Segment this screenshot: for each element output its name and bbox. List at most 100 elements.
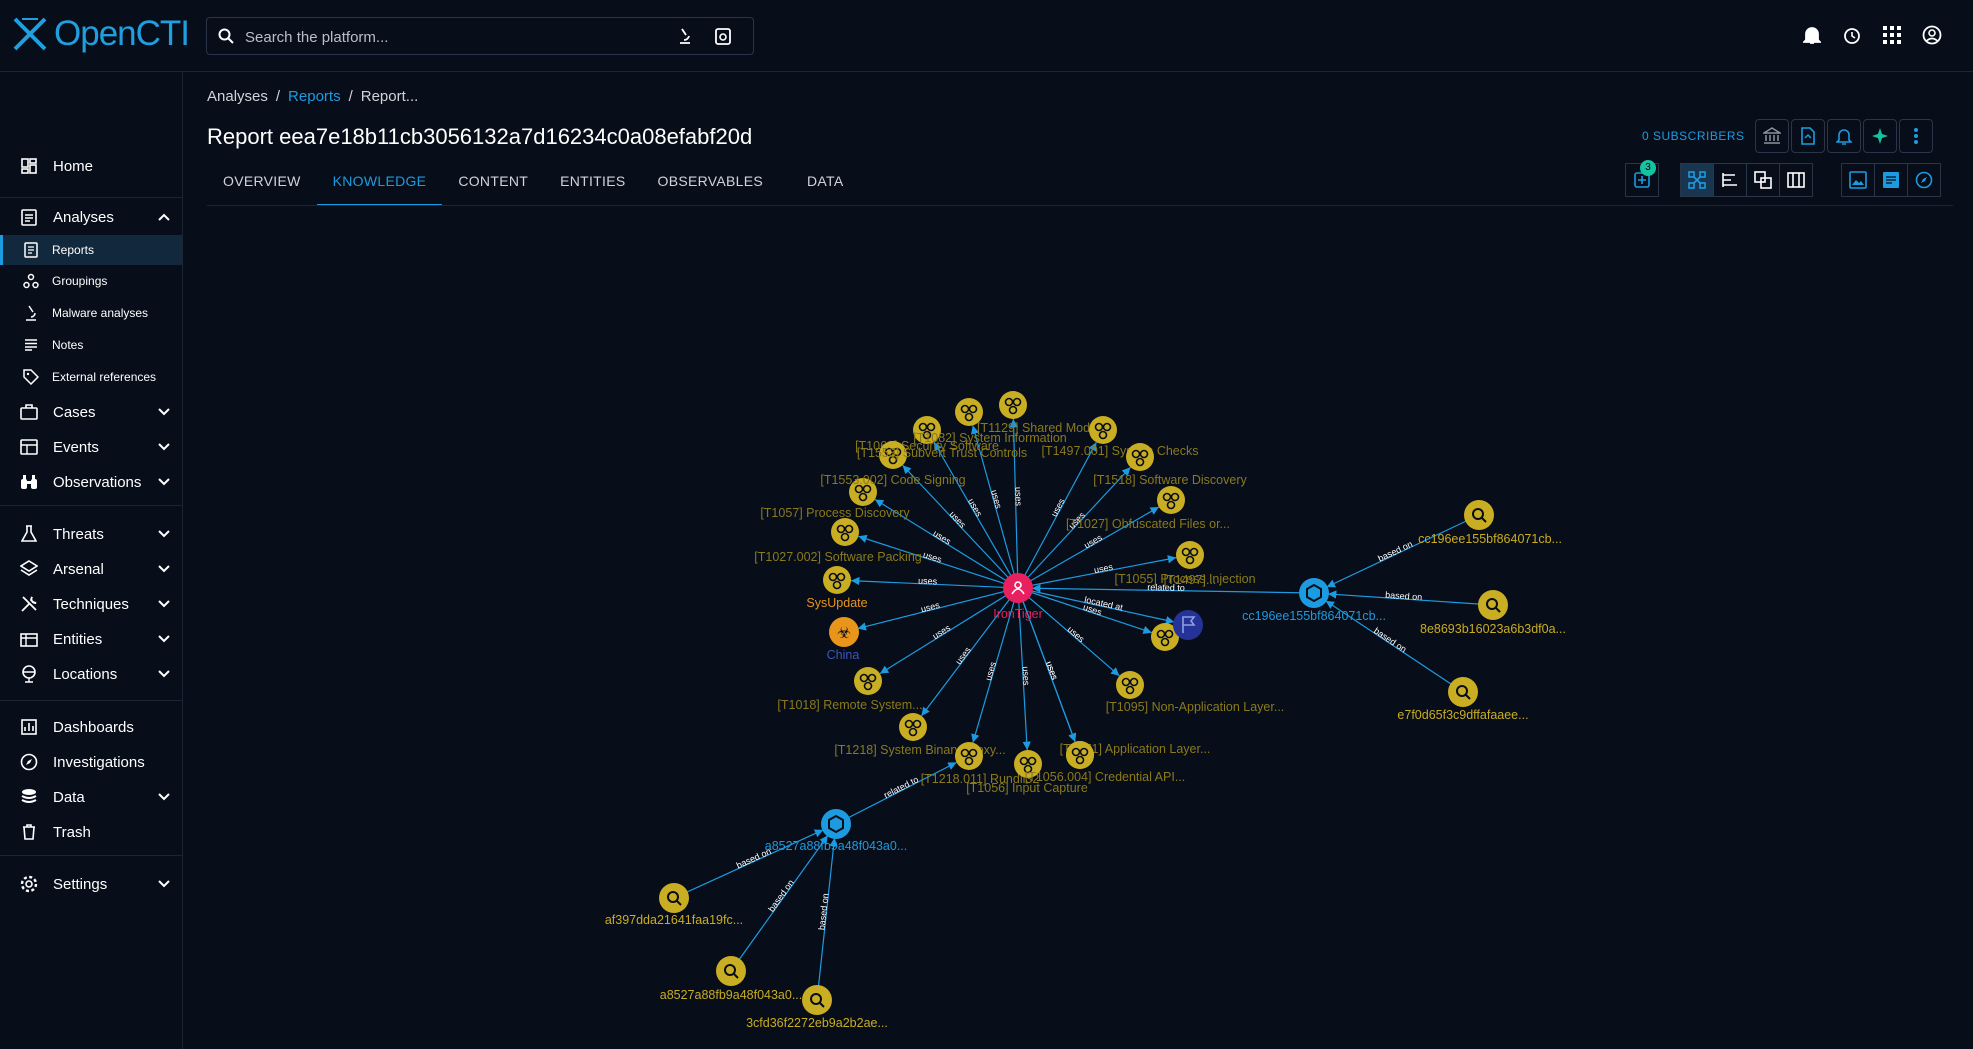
sidebar-item-label: Threats — [53, 525, 104, 543]
briefcase-icon — [19, 402, 39, 422]
sidebar-item-label: Cases — [53, 403, 96, 421]
investigate-icon[interactable] — [1907, 163, 1941, 197]
divider — [0, 700, 182, 701]
sidebar-item-techniques[interactable]: Techniques — [0, 587, 182, 621]
search-input[interactable] — [243, 18, 667, 56]
edge-label: uses — [948, 509, 969, 530]
node-label: e7f0d65f3c9dffafaaee... — [1397, 708, 1528, 722]
pdf-export-icon[interactable] — [1874, 163, 1908, 197]
correlation-view-icon[interactable] — [1746, 163, 1780, 197]
more-vert-icon[interactable] — [1899, 119, 1933, 153]
indicator-node[interactable]: cc196ee155bf864071cb... — [1418, 500, 1562, 546]
sidebar-item-observations[interactable]: Observations — [0, 465, 182, 499]
sidebar-item-external-references[interactable]: External references — [0, 362, 182, 392]
malware-node[interactable]: ☣ SysUpdate — [806, 596, 868, 647]
apps-grid-icon[interactable] — [1881, 24, 1903, 46]
attack-pattern-node[interactable]: [T1082] System Information — [913, 391, 1067, 445]
sidebar-item-investigations[interactable]: Investigations — [0, 745, 182, 779]
tab-knowledge[interactable]: KNOWLEDGE — [316, 168, 443, 206]
attack-pattern-node[interactable]: [T1057] Process Discovery — [760, 506, 910, 546]
tab-entities[interactable]: ENTITIES — [544, 168, 641, 204]
sidebar-item-label: Techniques — [53, 595, 129, 613]
tag-icon — [23, 369, 39, 385]
sidebar-item-events[interactable]: Events — [0, 430, 182, 464]
node-label: [T1055] Process Injection — [1114, 572, 1255, 586]
indicator-node[interactable]: af397dda21641faa19fc... — [605, 883, 743, 927]
edge-label: based on — [1376, 539, 1414, 564]
breadcrumb-reports[interactable]: Reports — [288, 88, 341, 105]
sidebar-item-label: Events — [53, 438, 99, 456]
indicator-node[interactable]: a8527a88fb9a48f043a0... — [660, 956, 803, 1002]
sidebar-item-dashboards[interactable]: Dashboards — [0, 710, 182, 744]
search-box[interactable] — [206, 17, 754, 56]
app-name: OpenCTI — [54, 14, 190, 53]
tab-observables[interactable]: OBSERVABLES — [642, 168, 780, 204]
sidebar-item-groupings[interactable]: Groupings — [0, 266, 182, 296]
attack-pattern-node[interactable]: [T1027.002] Software Packing — [754, 550, 922, 594]
chevron-down-icon — [158, 670, 170, 678]
export-toolbar — [1841, 163, 1941, 197]
alarm-icon[interactable] — [1841, 24, 1863, 46]
node-label: [T1057] Process Discovery — [760, 506, 910, 520]
sidebar-item-analyses[interactable]: Analyses — [0, 200, 182, 234]
edge-label: uses — [918, 576, 938, 587]
clipboard-search-icon[interactable] — [713, 26, 733, 46]
breadcrumb-analyses[interactable]: Analyses — [207, 88, 268, 105]
matrix-view-icon[interactable] — [1779, 163, 1813, 197]
observable-node[interactable]: a8527a88fb9a48f043a0... — [765, 809, 908, 853]
sidebar-item-cases[interactable]: Cases — [0, 395, 182, 429]
sidebar-item-label: Groupings — [52, 274, 108, 288]
sidebar-item-label: Arsenal — [53, 560, 104, 578]
graph-view-icon[interactable] — [1680, 163, 1714, 197]
ai-sparkle-icon[interactable] — [1863, 119, 1897, 153]
sidebar-item-notes[interactable]: Notes — [0, 330, 182, 360]
attack-pattern-node[interactable]: [T1553.002] Code Signing — [820, 473, 966, 506]
sidebar-item-settings[interactable]: Settings — [0, 867, 182, 901]
edge-label: uses — [966, 497, 984, 519]
tab-overview[interactable]: OVERVIEW — [207, 168, 317, 204]
notifications-icon[interactable] — [1801, 24, 1823, 46]
sidebar-item-label: Locations — [53, 665, 118, 683]
sidebar-item-threats[interactable]: Threats — [0, 517, 182, 551]
layers-icon — [19, 559, 39, 579]
knowledge-graph[interactable]: uses uses usesusesusesusesuses usesusesuses… — [182, 207, 1973, 1049]
sidebar-item-locations[interactable]: Locations — [0, 657, 182, 691]
attack-pattern-node[interactable]: [T1027] Obfuscated Files or... — [1066, 486, 1230, 531]
attack-pattern-node[interactable]: [T1553] Subvert Trust Controls — [857, 441, 1027, 469]
sidebar-item-label: Trash — [53, 823, 91, 841]
account-icon[interactable] — [1921, 24, 1943, 46]
sidebar-item-arsenal[interactable]: Arsenal — [0, 552, 182, 586]
compass-icon — [19, 752, 39, 772]
microscope-icon[interactable] — [675, 27, 693, 45]
sidebar-item-data[interactable]: Data — [0, 780, 182, 814]
building-icon — [19, 629, 39, 649]
opencti-logo[interactable]: OpenCTI — [12, 14, 190, 54]
observable-node[interactable]: cc196ee155bf864071cb... — [1242, 578, 1386, 623]
indicator-node[interactable]: 8e8693b16023a6b3df0a... — [1420, 590, 1566, 636]
subscribers-count[interactable]: 0 SUBSCRIBERS — [1642, 129, 1745, 143]
node-label: [T1027] Obfuscated Files or... — [1066, 517, 1230, 531]
image-export-icon[interactable] — [1841, 163, 1875, 197]
database-icon — [19, 787, 39, 807]
sidebar-item-reports[interactable]: Reports — [0, 235, 182, 265]
indicator-node[interactable]: e7f0d65f3c9dffafaaee... — [1397, 677, 1529, 722]
export-file-icon[interactable] — [1791, 119, 1825, 153]
sidebar-item-entities[interactable]: Entities — [0, 622, 182, 656]
tab-content[interactable]: CONTENT — [442, 168, 544, 204]
tree-view-icon[interactable] — [1713, 163, 1747, 197]
attack-pattern-node[interactable]: [T1018] Remote System... — [777, 667, 923, 712]
bell-icon[interactable] — [1827, 119, 1861, 153]
svg-text:☣: ☣ — [837, 625, 851, 642]
divider — [0, 505, 182, 506]
sidebar-item-malware-analyses[interactable]: Malware analyses — [0, 298, 182, 328]
sidebar-item-home[interactable]: Home — [0, 149, 182, 183]
node-label: cc196ee155bf864071cb... — [1418, 532, 1562, 546]
sidebar-item-label: Investigations — [53, 753, 145, 771]
attack-pattern-node[interactable]: [T1095] Non-Application Layer... — [1106, 671, 1285, 714]
tab-data[interactable]: DATA — [791, 168, 859, 204]
bank-icon[interactable] — [1755, 119, 1789, 153]
chevron-up-icon — [158, 213, 170, 221]
sidebar-item-trash[interactable]: Trash — [0, 815, 182, 849]
edge-label: uses — [931, 528, 953, 547]
intrusion-set-node[interactable]: IronTiger — [993, 573, 1043, 621]
